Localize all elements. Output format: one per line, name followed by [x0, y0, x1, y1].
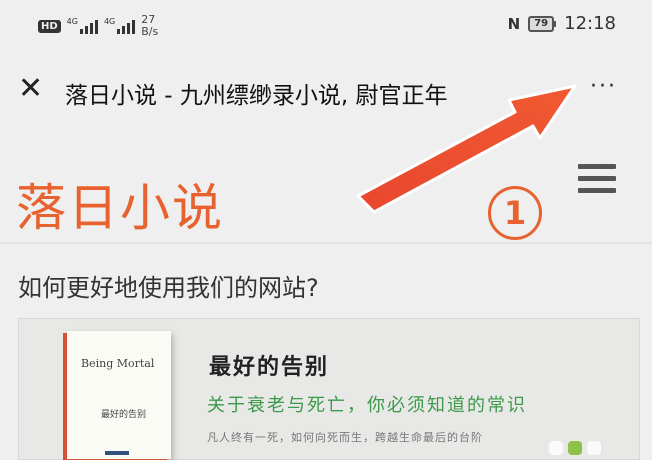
status-bar: HD 4G 4G 27 B/s N 79 12:18 [0, 0, 652, 52]
battery-icon: 79 [528, 15, 557, 32]
book-title-cn: 最好的告别 [101, 410, 147, 420]
banner-card[interactable]: Being Mortal 最好的告别 最好的告别 关于衰老与死亡，你必须知道的常… [18, 318, 640, 460]
banner-title: 最好的告别 [209, 355, 330, 380]
divider [0, 242, 652, 244]
signal-label-2: 4G [103, 17, 116, 26]
help-heading[interactable]: 如何更好地使用我们的网站? [18, 268, 319, 303]
signal-label: 4G [66, 17, 78, 26]
close-icon[interactable]: ✕ [18, 74, 43, 104]
status-right: N 79 12:18 [508, 13, 616, 34]
signal-icon-2: 4G [103, 17, 136, 34]
page-title: 落日小说 - 九州缥缈录小说, 尉官正年 [65, 83, 448, 109]
banner-body: 凡人终有一死，如何向死而生，跨越生命最后的台阶 [207, 431, 483, 444]
net-speed: 27 B/s [141, 14, 158, 38]
status-left: HD 4G 4G 27 B/s [38, 14, 158, 38]
book-title-en: Being Mortal [81, 357, 155, 370]
hamburger-menu-icon[interactable] [578, 164, 616, 200]
hd-icon: HD [38, 19, 61, 33]
site-header: 落日小说 1 [0, 126, 652, 242]
clock: 12:18 [564, 13, 616, 34]
signal-icon: 4G [67, 18, 98, 34]
carousel-dots[interactable] [549, 441, 601, 455]
net-speed-unit: B/s [141, 25, 159, 38]
title-bar: ✕ 落日小说 - 九州缥缈录小说, 尉官正年 ··· [0, 52, 652, 126]
nfc-icon: N [507, 14, 521, 33]
book-cover: Being Mortal 最好的告别 [67, 331, 171, 459]
site-logo[interactable]: 落日小说 [16, 168, 224, 240]
banner-subtitle: 关于衰老与死亡，你必须知道的常识 [207, 395, 527, 416]
battery-level: 79 [528, 15, 555, 32]
more-options-button[interactable]: ··· [590, 74, 617, 99]
step-marker: 1 [488, 186, 542, 240]
